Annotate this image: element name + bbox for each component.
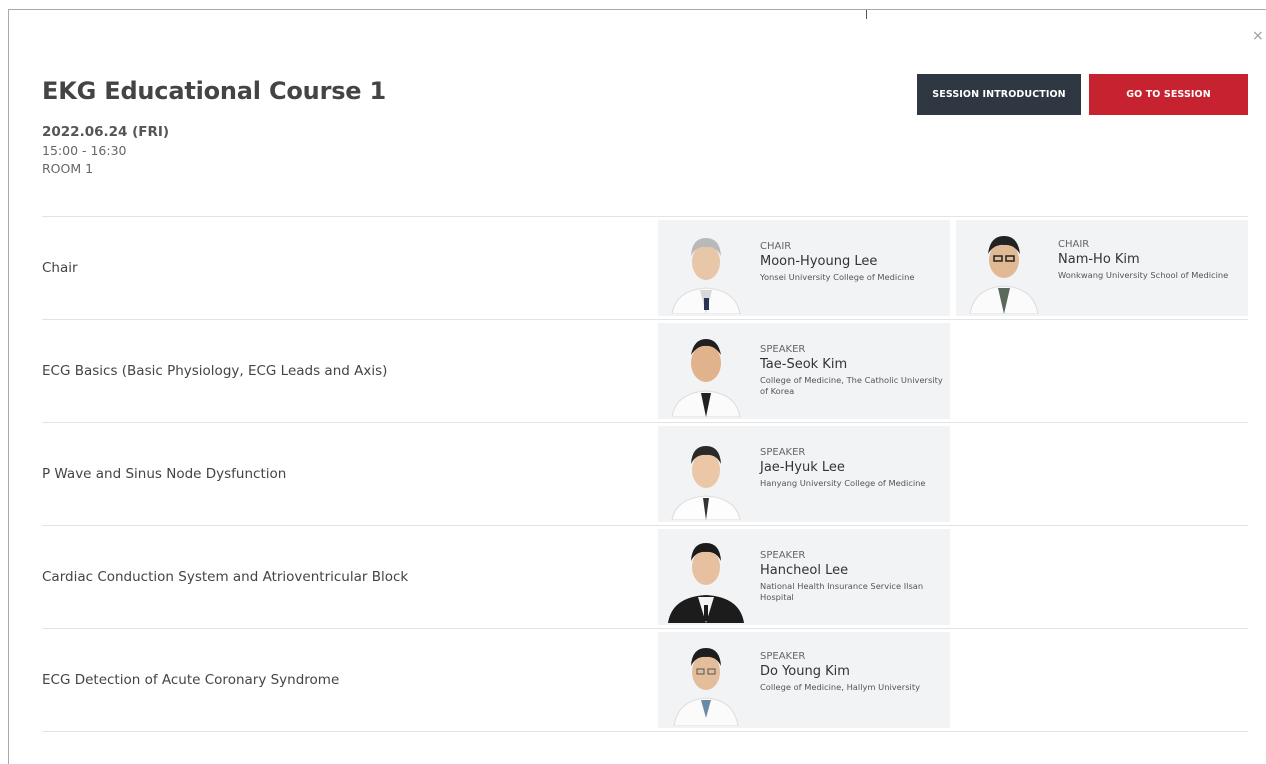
person-affiliation: Hanyang University College of Medicine: [760, 478, 926, 488]
row-title: Chair: [42, 260, 78, 276]
session-date: 2022.06.24 (FRI): [42, 124, 170, 140]
person-role: SPEAKER: [760, 447, 806, 458]
session-introduction-button[interactable]: SESSION INTRODUCTION: [917, 74, 1081, 115]
row-title: P Wave and Sinus Node Dysfunction: [42, 466, 287, 482]
person-name: Tae-Seok Kim: [760, 357, 848, 372]
avatar: [664, 432, 748, 520]
person-name: Moon-Hyoung Lee: [760, 254, 878, 269]
person-affiliation: College of Medicine, Hallym University: [760, 682, 920, 692]
avatar: [664, 535, 748, 623]
row-title: ECG Detection of Acute Coronary Syndrome: [42, 672, 340, 688]
program-table: Chair CHAIR Moon-Hyoung Lee Yonsei Unive…: [42, 216, 1248, 732]
person-card[interactable]: CHAIR Moon-Hyoung Lee Yonsei University …: [658, 220, 950, 316]
avatar: [962, 226, 1046, 314]
table-row: ECG Detection of Acute Coronary Syndrome: [42, 629, 1248, 732]
avatar: [664, 329, 748, 417]
person-card[interactable]: SPEAKER Jae-Hyuk Lee Hanyang University …: [658, 426, 950, 522]
page-title: EKG Educational Course 1: [42, 77, 387, 105]
people-list: CHAIR Moon-Hyoung Lee Yonsei University …: [658, 220, 1248, 316]
people-list: SPEAKER Do Young Kim College of Medicine…: [658, 632, 950, 728]
table-row: Cardiac Conduction System and Atrioventr…: [42, 526, 1248, 629]
divider: [866, 10, 867, 19]
person-name: Jae-Hyuk Lee: [760, 460, 845, 475]
person-role: CHAIR: [1058, 239, 1090, 250]
person-name: Do Young Kim: [760, 664, 850, 679]
person-affiliation: National Health Insurance Service Ilsan …: [760, 581, 924, 602]
person-card[interactable]: SPEAKER Hancheol Lee National Health Ins…: [658, 529, 950, 625]
row-title: Cardiac Conduction System and Atrioventr…: [42, 569, 409, 585]
avatar: [664, 226, 748, 314]
people-list: SPEAKER Tae-Seok Kim College of Medicine…: [658, 323, 950, 419]
person-affiliation: College of Medicine, The Catholic Univer…: [760, 375, 943, 396]
people-list: SPEAKER Hancheol Lee National Health Ins…: [658, 529, 950, 625]
table-row: Chair CHAIR Moon-Hyoung Lee Yonsei Unive…: [42, 217, 1248, 320]
person-role: SPEAKER: [760, 344, 806, 355]
table-row: ECG Basics (Basic Physiology, ECG Leads …: [42, 320, 1248, 423]
person-affiliation: Yonsei University College of Medicine: [760, 272, 915, 282]
person-name: Nam-Ho Kim: [1058, 252, 1140, 267]
people-list: SPEAKER Jae-Hyuk Lee Hanyang University …: [658, 426, 950, 522]
session-room: ROOM 1: [42, 161, 94, 176]
go-to-session-button[interactable]: GO TO SESSION: [1089, 74, 1248, 115]
person-card[interactable]: SPEAKER Do Young Kim College of Medicine…: [658, 632, 950, 728]
session-header: EKG Educational Course 1 2022.06.24 (FRI…: [42, 77, 386, 176]
person-name: Hancheol Lee: [760, 563, 849, 578]
person-role: SPEAKER: [760, 550, 806, 561]
person-card[interactable]: CHAIR Nam-Ho Kim Wonkwang University Sch…: [956, 220, 1248, 316]
avatar: [664, 638, 748, 726]
row-title: ECG Basics (Basic Physiology, ECG Leads …: [42, 363, 388, 379]
close-icon[interactable]: ×: [1252, 29, 1264, 43]
person-card[interactable]: SPEAKER Tae-Seok Kim College of Medicine…: [658, 323, 950, 419]
session-time: 15:00 - 16:30: [42, 143, 127, 158]
person-affiliation: Wonkwang University School of Medicine: [1058, 270, 1229, 280]
table-row: P Wave and Sinus Node Dysfunction SPEAKE…: [42, 423, 1248, 526]
person-role: CHAIR: [760, 241, 792, 252]
person-role: SPEAKER: [760, 651, 806, 662]
